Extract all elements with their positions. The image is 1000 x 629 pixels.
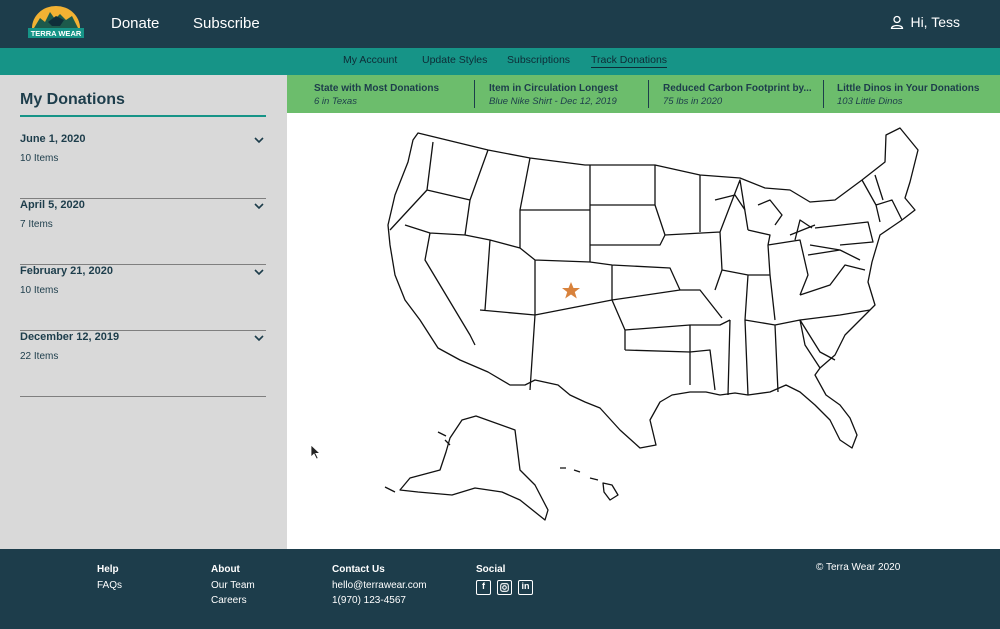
title-underline (20, 115, 266, 117)
donation-count: 10 Items (20, 285, 59, 296)
stat-value: 75 lbs in 2020 (663, 96, 723, 107)
stat-label: Item in Circulation Longest (489, 83, 618, 94)
stat-divider (648, 80, 649, 108)
alaska-outline (399, 415, 549, 521)
donation-item[interactable]: December 12, 2019 22 Items (20, 331, 266, 397)
donation-count: 10 Items (20, 153, 59, 164)
top-header: TERRA WEAR Donate Subscribe Hi, Tess (0, 0, 1000, 48)
tab-subscriptions[interactable]: Subscriptions (507, 54, 570, 66)
state-borders (389, 141, 903, 396)
user-icon (891, 15, 904, 29)
donation-count: 7 Items (20, 219, 53, 230)
footer-about: About Our Team Careers (211, 562, 255, 609)
user-greeting: Hi, Tess (910, 14, 960, 30)
chevron-down-icon[interactable] (254, 267, 264, 277)
stat-label: State with Most Donations (314, 83, 439, 94)
donation-date: February 21, 2020 (20, 265, 113, 277)
donation-map[interactable] (287, 113, 1000, 549)
logo-text: TERRA WEAR (31, 29, 82, 38)
chevron-down-icon[interactable] (254, 201, 264, 211)
footer-heading: Social (476, 564, 506, 575)
sidebar-title: My Donations (20, 91, 125, 108)
account-subnav: My Account Update Styles Subscriptions T… (0, 48, 1000, 75)
facebook-icon[interactable]: f (476, 579, 491, 595)
stat-value: 6 in Texas (314, 96, 357, 107)
donation-count: 22 Items (20, 351, 59, 362)
footer-contact: Contact Us hello@terrawear.com 1(970) 12… (332, 562, 427, 609)
stat-value: Blue Nike Shirt - Dec 12, 2019 (489, 96, 617, 107)
footer-email[interactable]: hello@terrawear.com (332, 578, 427, 594)
instagram-icon[interactable] (497, 579, 512, 595)
donation-item[interactable]: April 5, 2020 7 Items (20, 199, 266, 265)
footer-link-careers[interactable]: Careers (211, 593, 255, 609)
donations-sidebar: My Donations June 1, 2020 10 Items April… (0, 75, 287, 549)
footer-heading: About (211, 564, 240, 575)
footer-phone[interactable]: 1(970) 123-4567 (332, 593, 427, 609)
chevron-down-icon[interactable] (254, 333, 264, 343)
donation-item[interactable]: February 21, 2020 10 Items (20, 265, 266, 331)
tab-track-donations[interactable]: Track Donations (591, 54, 668, 68)
tab-update-styles[interactable]: Update Styles (422, 54, 487, 66)
chevron-down-icon[interactable] (254, 135, 264, 145)
mouse-cursor-icon (310, 444, 322, 460)
footer-heading: Help (97, 564, 119, 575)
footer-social: Social f in (476, 562, 533, 595)
us-states-map[interactable] (287, 113, 1000, 549)
donation-item[interactable]: June 1, 2020 10 Items (20, 133, 266, 199)
copyright: © Terra Wear 2020 (816, 562, 901, 573)
user-menu[interactable]: Hi, Tess (890, 14, 960, 30)
donation-stats-bar: State with Most Donations 6 in Texas Ite… (287, 75, 1000, 113)
donation-date: December 12, 2019 (20, 331, 120, 343)
linkedin-icon[interactable]: in (518, 579, 533, 595)
donation-date: April 5, 2020 (20, 199, 85, 211)
tab-my-account[interactable]: My Account (343, 54, 397, 66)
footer-help: Help FAQs (97, 562, 122, 593)
footer-link-faqs[interactable]: FAQs (97, 578, 122, 594)
colorado-marker-star[interactable] (562, 282, 580, 299)
great-lakes (714, 194, 816, 236)
stat-divider (823, 80, 824, 108)
donation-date: June 1, 2020 (20, 133, 86, 145)
nav-donate[interactable]: Donate (111, 15, 159, 32)
island-details (384, 431, 451, 493)
stat-divider (474, 80, 475, 108)
stat-label: Little Dinos in Your Donations (837, 83, 980, 94)
stat-label: Reduced Carbon Footprint by... (663, 83, 812, 94)
nav-subscribe[interactable]: Subscribe (193, 15, 260, 32)
site-footer: Help FAQs About Our Team Careers Contact… (0, 549, 1000, 629)
us-outline (387, 127, 919, 449)
footer-heading: Contact Us (332, 564, 385, 575)
terra-wear-logo[interactable]: TERRA WEAR (26, 4, 86, 42)
stat-value: 103 Little Dinos (837, 96, 903, 107)
hawaii-outline (560, 467, 619, 501)
footer-link-our-team[interactable]: Our Team (211, 578, 255, 594)
